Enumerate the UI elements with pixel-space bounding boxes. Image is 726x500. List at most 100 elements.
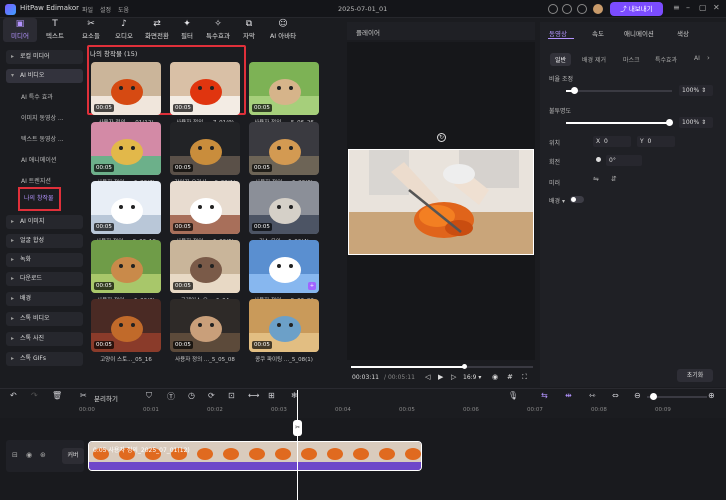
snap-icon[interactable]: ⇹ [565, 391, 572, 400]
sidebar-sub-my-creations[interactable]: 나의 창작물 [18, 187, 61, 211]
crop-icon[interactable]: ⟳ [208, 391, 215, 400]
flip-horizontal-icon[interactable]: ⇋ [593, 175, 599, 183]
media-thumbnail[interactable]: 00:05 [170, 62, 240, 115]
media-thumbnail[interactable]: 00:05 [91, 181, 161, 234]
opacity-slider[interactable] [566, 119, 673, 126]
link-icon[interactable]: ⇆ [541, 391, 548, 400]
track-save-icon[interactable]: ⊟ [12, 451, 18, 459]
tab-text[interactable]: T 텍스트 [37, 18, 73, 42]
media-thumbnail[interactable]: 00:05 [249, 299, 319, 352]
tab-media[interactable]: ▣ 미디어 [3, 18, 37, 42]
menu-file[interactable]: 파일 [82, 5, 93, 14]
sidebar-item-download[interactable]: ▸ 다운로드 [6, 272, 83, 286]
split-screen-icon[interactable]: ⇿ [589, 391, 596, 400]
tab-transition[interactable]: ⇄ 화면전환 [137, 18, 177, 42]
progress-knob[interactable] [461, 364, 467, 369]
info-icon[interactable] [562, 4, 572, 14]
history-icon[interactable] [548, 4, 558, 14]
menu-help[interactable]: 도움 [118, 5, 129, 14]
grid-icon[interactable]: # [507, 373, 513, 381]
media-thumbnail[interactable]: 00:05 [91, 122, 161, 175]
slider-knob[interactable] [666, 119, 673, 126]
tab-animation[interactable]: 애니메이션 [624, 28, 654, 38]
subtab-ai[interactable]: AI [694, 55, 700, 62]
eye-icon[interactable]: ◉ [26, 451, 32, 459]
media-thumbnail[interactable]: 00:05 [170, 240, 240, 293]
tab-video[interactable]: 동영상 [549, 28, 567, 38]
tab-speed[interactable]: 속도 [592, 28, 604, 38]
playback-progress[interactable] [351, 364, 533, 369]
sidebar-item-stock-gifs[interactable]: ▸ 스톡 GIFs [6, 352, 83, 366]
sidebar-sub-ai-effects[interactable]: AI 특수 효과 [6, 91, 83, 105]
zoom-slider[interactable] [647, 393, 707, 400]
mic-icon[interactable]: 🎙 [508, 391, 518, 400]
sidebar-item-background[interactable]: ▸ 배경 [6, 292, 83, 306]
subtab-bg-remove[interactable]: 배경 제거 [582, 55, 606, 64]
media-thumbnail[interactable]: 00:05 [249, 62, 319, 115]
menu-icon[interactable]: ≡ [673, 3, 680, 12]
tab-color[interactable]: 색상 [677, 28, 689, 38]
preview-frame[interactable] [348, 149, 534, 255]
rotate-handle-icon[interactable]: ↻ [437, 133, 446, 142]
flip-vertical-icon[interactable]: ⇵ [611, 175, 617, 183]
undo-icon[interactable]: ↶ [10, 391, 17, 400]
subtab-general[interactable]: 일반 [550, 53, 572, 66]
media-thumbnail[interactable]: 00:05 [170, 181, 240, 234]
mirror-icon[interactable]: ⟷ [248, 391, 259, 400]
sidebar-item-ai-image[interactable]: ▸ AI 이미지 [6, 215, 83, 229]
chevron-right-icon[interactable]: › [707, 54, 710, 62]
snapshot-icon[interactable]: ◉ [492, 373, 498, 381]
maximize-icon[interactable]: ▢ [699, 3, 707, 12]
export-button[interactable]: ⤴ 내보내기 [610, 2, 663, 16]
fit-icon[interactable]: ⇔ [612, 391, 619, 400]
sidebar-item-stock-video[interactable]: ▸ 스톡 비디오 [6, 312, 83, 326]
bg-toggle[interactable] [570, 196, 584, 203]
close-icon[interactable]: ✕ [713, 3, 720, 12]
avatar[interactable] [593, 4, 603, 14]
tab-elements[interactable]: ✂ 요소들 [73, 18, 109, 42]
position-y-field[interactable]: Y 0 [637, 136, 675, 147]
minimize-icon[interactable]: – [686, 3, 690, 12]
position-x-field[interactable]: X 0 [593, 136, 631, 147]
split-label[interactable]: 분리하기 [94, 393, 118, 403]
sidebar-item-local-media[interactable]: ▸ 로컬 미디어 [6, 50, 83, 64]
zoom-out-icon[interactable]: ⊖ [634, 391, 641, 400]
fullscreen-icon[interactable]: ⛶ [522, 373, 527, 382]
tab-effects[interactable]: ✧ 특수효과 [200, 18, 236, 42]
subtab-effects[interactable]: 특수효과 [655, 55, 677, 64]
text-box-icon[interactable]: Ⓣ [167, 391, 175, 402]
playhead[interactable] [297, 390, 298, 500]
sidebar-item-record[interactable]: ▸ 녹화 [6, 253, 83, 267]
lock-icon[interactable]: ⊛ [40, 451, 46, 459]
next-frame-icon[interactable]: ▷ [451, 373, 456, 381]
media-thumbnail[interactable]: 00:05 [249, 122, 319, 175]
speed-icon[interactable]: ◷ [188, 391, 195, 400]
zoom-in-icon[interactable]: ⊕ [708, 391, 715, 400]
playhead-handle[interactable]: ✂ [293, 420, 302, 436]
media-thumbnail[interactable]: 00:05 [91, 240, 161, 293]
scale-slider[interactable] [566, 87, 672, 94]
sidebar-item-stock-photo[interactable]: ▸ 스톡 사진 [6, 332, 83, 346]
split-icon[interactable]: ✂ [80, 391, 87, 400]
freeze-icon[interactable]: ⊞ [268, 391, 275, 400]
rotate-dial-icon[interactable] [596, 157, 601, 162]
sidebar-item-ai-video[interactable]: ▾ AI 비디오 [6, 69, 83, 83]
download-icon[interactable] [577, 4, 587, 14]
aspect-ratio-select[interactable]: 16:9 ▾ [463, 374, 481, 381]
scale-value[interactable]: 100% ⇕ [679, 85, 713, 96]
resize-icon[interactable]: ⊡ [228, 391, 235, 400]
shield-icon[interactable]: ⛉ [146, 391, 152, 401]
tab-subtitle[interactable]: ⧉ 자막 [237, 18, 261, 42]
play-icon[interactable]: ▶ [438, 373, 443, 381]
slider-knob[interactable] [571, 87, 578, 94]
media-thumbnail[interactable]: 00:05 [91, 299, 161, 352]
reset-button[interactable]: 초기화 [677, 369, 713, 382]
opacity-value[interactable]: 100% ⇕ [679, 117, 713, 128]
media-thumbnail[interactable]: 00:05 [170, 122, 240, 175]
tab-filter[interactable]: ✦ 필터 [176, 18, 198, 42]
redo-icon[interactable]: ↷ [31, 391, 38, 400]
media-thumbnail[interactable]: 00:05 [91, 62, 161, 115]
sidebar-sub-text-video[interactable]: 텍스트 동영상 ... [6, 133, 83, 147]
rotate-value[interactable]: 0° [606, 155, 642, 166]
sidebar-item-face-swap[interactable]: ▸ 얼굴 합성 [6, 234, 83, 248]
